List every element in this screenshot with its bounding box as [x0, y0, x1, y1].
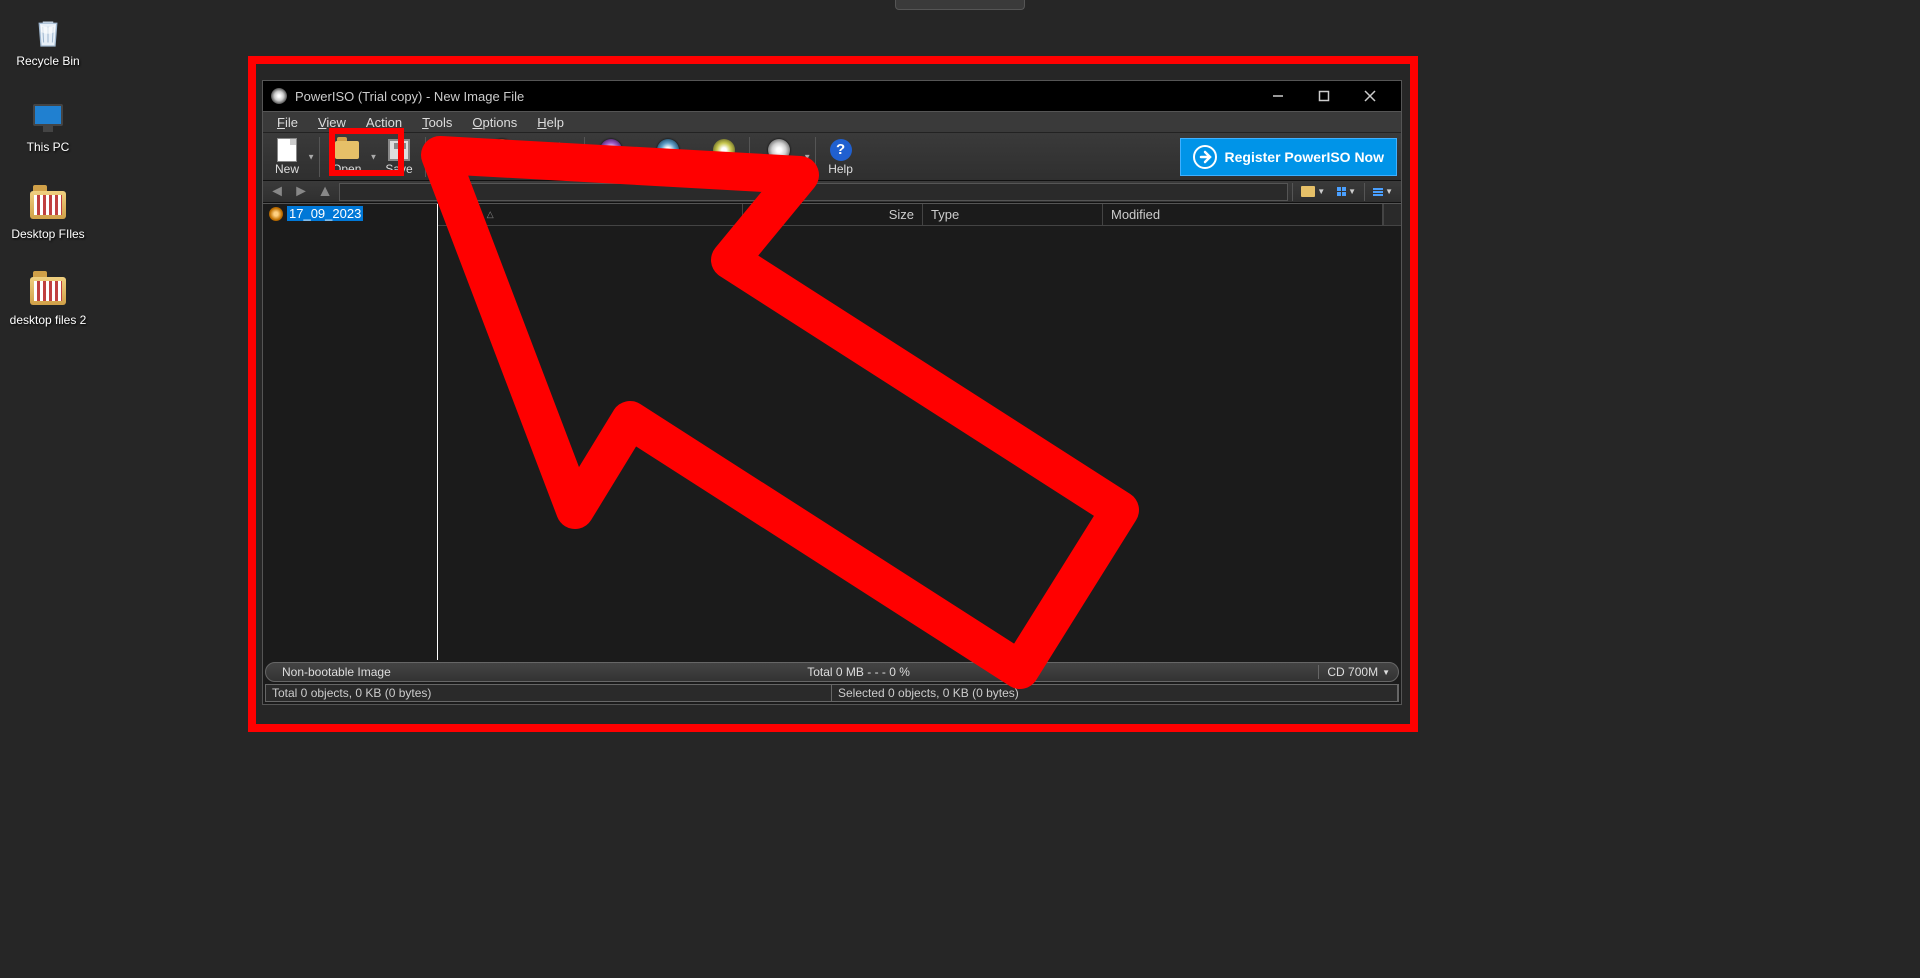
status-selected-objects: Selected 0 objects, 0 KB (0 bytes) [832, 685, 1398, 701]
toolbar-compress[interactable]: Compress [633, 135, 704, 179]
arrow-right-circle-icon [1193, 145, 1217, 169]
toolbar-mount[interactable]: Mount▼ [754, 135, 811, 179]
list-header: Name△ Size Type Modified [438, 204, 1401, 226]
status-bootable: Non-bootable Image [274, 665, 399, 679]
nav-list-button[interactable]: ▼ [1369, 187, 1397, 196]
toolbar-add[interactable]: Add▼ [430, 135, 476, 179]
folder-icon [1301, 186, 1315, 197]
column-size[interactable]: Size [743, 204, 923, 225]
pc-icon [28, 98, 68, 138]
desktop-icon-recycle-bin[interactable]: Recycle Bin [8, 12, 88, 68]
column-name[interactable]: Name△ [438, 204, 743, 225]
desktop-icon-this-pc[interactable]: This PC [8, 98, 88, 154]
menu-action[interactable]: Action [356, 113, 412, 132]
tree-pane[interactable]: 17_09_2023 [263, 204, 438, 660]
status-bar-2: Total 0 objects, 0 KB (0 bytes) Selected… [265, 684, 1399, 702]
toolbar-burn[interactable]: Burn [703, 135, 744, 179]
list-pane: Name△ Size Type Modified [438, 204, 1401, 660]
titlebar[interactable]: PowerISO (Trial copy) - New Image File [263, 81, 1401, 111]
register-button[interactable]: Register PowerISO Now [1180, 138, 1397, 176]
close-button[interactable] [1347, 81, 1393, 111]
poweriso-window: PowerISO (Trial copy) - New Image File F… [262, 80, 1402, 705]
recycle-bin-icon [28, 12, 68, 52]
window-title: PowerISO (Trial copy) - New Image File [295, 89, 524, 104]
toolbar-delete[interactable]: ✕Delete [529, 135, 580, 179]
top-pull-hint[interactable] [895, 0, 1025, 10]
navbar: ◄ ► ▲ ▼ ▼ ▼ [263, 181, 1401, 203]
menu-file[interactable]: File [267, 113, 308, 132]
menu-tools[interactable]: Tools [412, 113, 462, 132]
nav-path-input[interactable] [339, 183, 1288, 201]
minimize-button[interactable] [1255, 81, 1301, 111]
disc-icon [269, 207, 283, 221]
app-icon [271, 88, 287, 104]
status-bar-1: Non-bootable Image Total 0 MB - - - 0 % … [265, 662, 1399, 682]
menu-help[interactable]: Help [527, 113, 574, 132]
column-modified[interactable]: Modified [1103, 204, 1383, 225]
toolbar-new[interactable]: New▼ [267, 135, 315, 179]
toolbar-extract[interactable]: Extract [476, 135, 529, 179]
scrollbar[interactable] [1383, 204, 1401, 225]
menu-view[interactable]: View [308, 113, 356, 132]
status-total-line: Total 0 MB - - - 0 % [399, 665, 1319, 679]
menubar: File View Action Tools Options Help [263, 111, 1401, 133]
column-type[interactable]: Type [923, 204, 1103, 225]
desktop-icon-desktop-files[interactable]: Desktop FIles [8, 185, 88, 241]
nav-view-button[interactable]: ▼ [1333, 187, 1360, 196]
menu-options[interactable]: Options [462, 113, 527, 132]
toolbar-copy[interactable]: Copy [589, 135, 633, 179]
nav-forward[interactable]: ► [291, 183, 311, 201]
nav-folders-button[interactable]: ▼ [1297, 186, 1329, 197]
list-body[interactable] [438, 226, 1401, 660]
nav-back[interactable]: ◄ [267, 183, 287, 201]
desktop-icon-desktop-files-2[interactable]: desktop files 2 [8, 271, 88, 327]
status-total-objects: Total 0 objects, 0 KB (0 bytes) [266, 685, 832, 701]
list-icon [1373, 188, 1383, 196]
nav-up[interactable]: ▲ [315, 183, 335, 201]
grid-icon [1337, 187, 1346, 196]
toolbar-open[interactable]: Open▼ [324, 135, 377, 179]
toolbar: New▼ Open▼ Save Add▼ Extract ✕Delete Cop… [263, 133, 1401, 181]
tree-item-root[interactable]: 17_09_2023 [263, 204, 437, 223]
toolbar-save[interactable]: Save [377, 135, 420, 179]
folder-icon [28, 271, 68, 311]
maximize-button[interactable] [1301, 81, 1347, 111]
toolbar-help[interactable]: ?Help [820, 135, 861, 179]
folder-icon [28, 185, 68, 225]
sort-asc-icon: △ [487, 209, 494, 220]
status-disc-select[interactable]: CD 700M▼ [1318, 665, 1390, 679]
